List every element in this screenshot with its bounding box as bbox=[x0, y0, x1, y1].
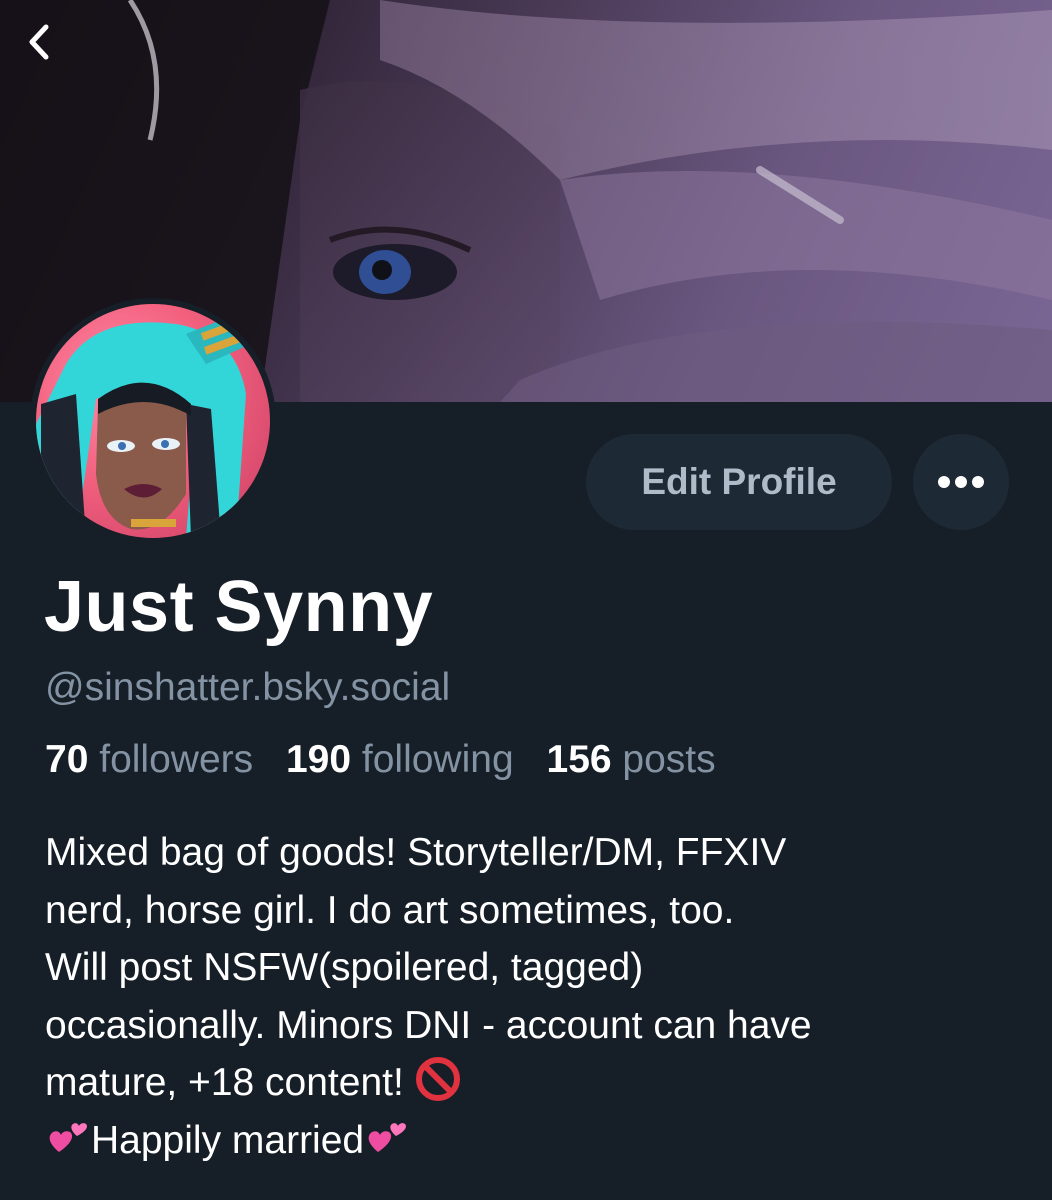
two-hearts-icon bbox=[49, 1122, 87, 1152]
avatar[interactable] bbox=[30, 298, 276, 544]
bio-line: Mixed bag of goods! Storyteller/DM, FFXI… bbox=[45, 831, 787, 874]
following-count: 190 bbox=[285, 738, 352, 781]
followers-count: 70 bbox=[45, 738, 89, 781]
profile-stats: 70 followers 190 following 156 posts bbox=[45, 738, 738, 782]
chevron-left-icon bbox=[29, 24, 49, 60]
followers-stat[interactable]: 70 followers bbox=[45, 738, 253, 782]
bio-line-group: mature, +18 content! bbox=[45, 1054, 1005, 1112]
more-options-button[interactable] bbox=[913, 434, 1009, 530]
edit-profile-button[interactable]: Edit Profile bbox=[586, 434, 892, 530]
following-label: following bbox=[361, 738, 514, 781]
following-stat[interactable]: 190 following bbox=[286, 738, 514, 782]
profile-bio: Mixed bag of goods! Storyteller/DM, FFXI… bbox=[45, 824, 1005, 1169]
more-horizontal-icon bbox=[938, 476, 984, 488]
two-hearts-icon bbox=[368, 1122, 407, 1152]
bio-line: occasionally. Minors DNI - account can h… bbox=[45, 1003, 812, 1047]
followers-label: followers bbox=[99, 738, 254, 781]
posts-count: 156 bbox=[546, 738, 612, 781]
avatar-artwork bbox=[36, 314, 251, 538]
bio-line: Will post NSFW(spoilered, tagged) bbox=[45, 946, 644, 989]
posts-stat: 156 posts bbox=[547, 738, 716, 782]
profile-handle: @sinshatter.bsky.social bbox=[45, 666, 451, 709]
back-button[interactable] bbox=[24, 22, 80, 78]
bio-line: Happily married bbox=[91, 1118, 365, 1162]
bio-line-group: Happily married bbox=[45, 1112, 1005, 1170]
bio-line: nerd, horse girl. I do art sometimes, to… bbox=[45, 888, 735, 932]
display-name: Just Synny bbox=[44, 567, 434, 647]
bio-line: mature, +18 content! bbox=[45, 1061, 404, 1104]
prohibited-icon bbox=[415, 1057, 460, 1101]
posts-label: posts bbox=[622, 738, 716, 781]
